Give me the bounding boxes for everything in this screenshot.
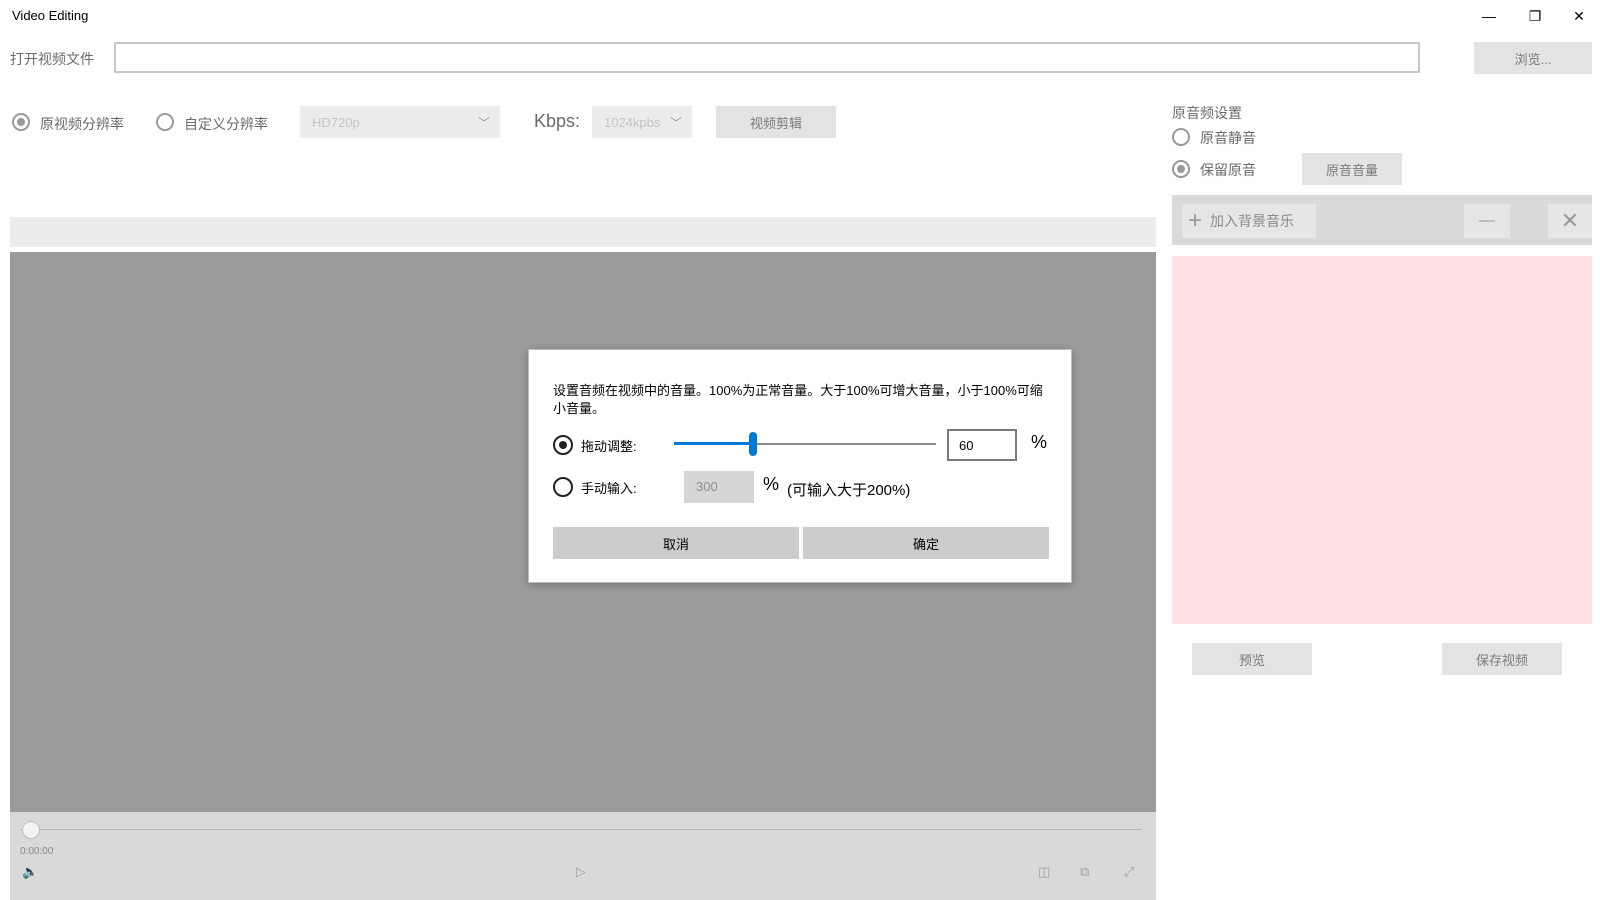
seek-thumb[interactable] <box>22 821 40 839</box>
player-controls <box>10 812 1156 900</box>
chevron-down-icon: ﹀ <box>477 116 490 130</box>
time-display: 0:00:00 <box>20 846 54 857</box>
percent-label: % <box>1031 432 1048 452</box>
original-resolution-label: 原视频分辨率 <box>40 116 124 132</box>
mute-original-label: 原音静音 <box>1200 130 1256 146</box>
original-volume-button[interactable]: 原音音量 <box>1302 153 1402 185</box>
manual-value-input[interactable]: 300 <box>684 471 754 503</box>
keep-original-label: 保留原音 <box>1200 162 1256 178</box>
volume-slider-thumb[interactable] <box>748 432 757 456</box>
drag-adjust-label: 拖动调整: <box>581 439 637 454</box>
confirm-button[interactable]: 确定 <box>803 527 1049 559</box>
captions-icon[interactable]: ◫ <box>1038 864 1050 880</box>
drag-adjust-radio[interactable] <box>553 435 573 455</box>
window-title: Video Editing <box>12 8 89 23</box>
kbps-dropdown[interactable]: 1024kpbs ﹀ <box>592 106 692 138</box>
manual-percent-label: % <box>763 474 780 494</box>
custom-resolution-radio[interactable] <box>156 113 174 131</box>
preview-button[interactable]: 预览 <box>1192 643 1312 675</box>
mute-original-radio[interactable] <box>1172 128 1190 146</box>
remove-music-button[interactable]: — <box>1464 204 1510 238</box>
add-music-button[interactable]: + 加入背景音乐 <box>1182 204 1316 238</box>
fullscreen-icon[interactable]: ⤢ <box>1124 864 1134 880</box>
keep-original-radio[interactable] <box>1172 160 1190 178</box>
audio-section-title: 原音频设置 <box>1172 105 1242 121</box>
plus-icon: + <box>1188 207 1203 234</box>
kbps-dropdown-value: 1024kpbs <box>604 114 661 130</box>
slider-value-input[interactable]: 60 <box>947 429 1017 461</box>
timeline-strip <box>10 217 1156 247</box>
cancel-button[interactable]: 取消 <box>553 527 799 559</box>
manual-hint: (可输入大于200%) <box>787 482 911 499</box>
custom-resolution-label: 自定义分辨率 <box>184 116 268 132</box>
manual-input-label: 手动输入: <box>581 481 637 496</box>
play-icon[interactable]: ▷ <box>576 864 586 880</box>
file-path-input[interactable] <box>114 42 1420 73</box>
file-label: 打开视频文件 <box>10 51 94 67</box>
browse-button[interactable]: 浏览... <box>1474 42 1592 74</box>
resolution-dropdown[interactable]: HD720p ﹀ <box>300 106 500 138</box>
volume-dialog: 设置音频在视频中的音量。100%为正常音量。大于100%可增大音量，小于100%… <box>528 349 1072 583</box>
manual-input-radio[interactable] <box>553 477 573 497</box>
chevron-down-icon: ﹀ <box>669 114 682 131</box>
add-music-label: 加入背景音乐 <box>1210 213 1295 229</box>
music-list[interactable] <box>1172 256 1592 624</box>
original-resolution-radio[interactable] <box>12 113 30 131</box>
volume-slider-fill <box>674 442 753 445</box>
kbps-label: Kbps: <box>534 111 581 131</box>
cast-icon[interactable]: ⧉ <box>1080 864 1089 880</box>
restore-button[interactable]: ❐ <box>1512 0 1558 32</box>
video-edit-button[interactable]: 视频剪辑 <box>716 106 836 138</box>
minimize-button[interactable]: — <box>1466 0 1512 32</box>
clear-music-button[interactable]: ✕ <box>1548 204 1592 238</box>
save-video-button[interactable]: 保存视频 <box>1442 643 1562 675</box>
volume-icon[interactable]: 🔈 <box>22 864 38 880</box>
dialog-description: 设置音频在视频中的音量。100%为正常音量。大于100%可增大音量，小于100%… <box>553 383 1043 416</box>
seek-track[interactable] <box>20 829 1142 830</box>
resolution-dropdown-value: HD720p <box>312 114 360 130</box>
close-window-button[interactable]: ✕ <box>1558 0 1600 32</box>
